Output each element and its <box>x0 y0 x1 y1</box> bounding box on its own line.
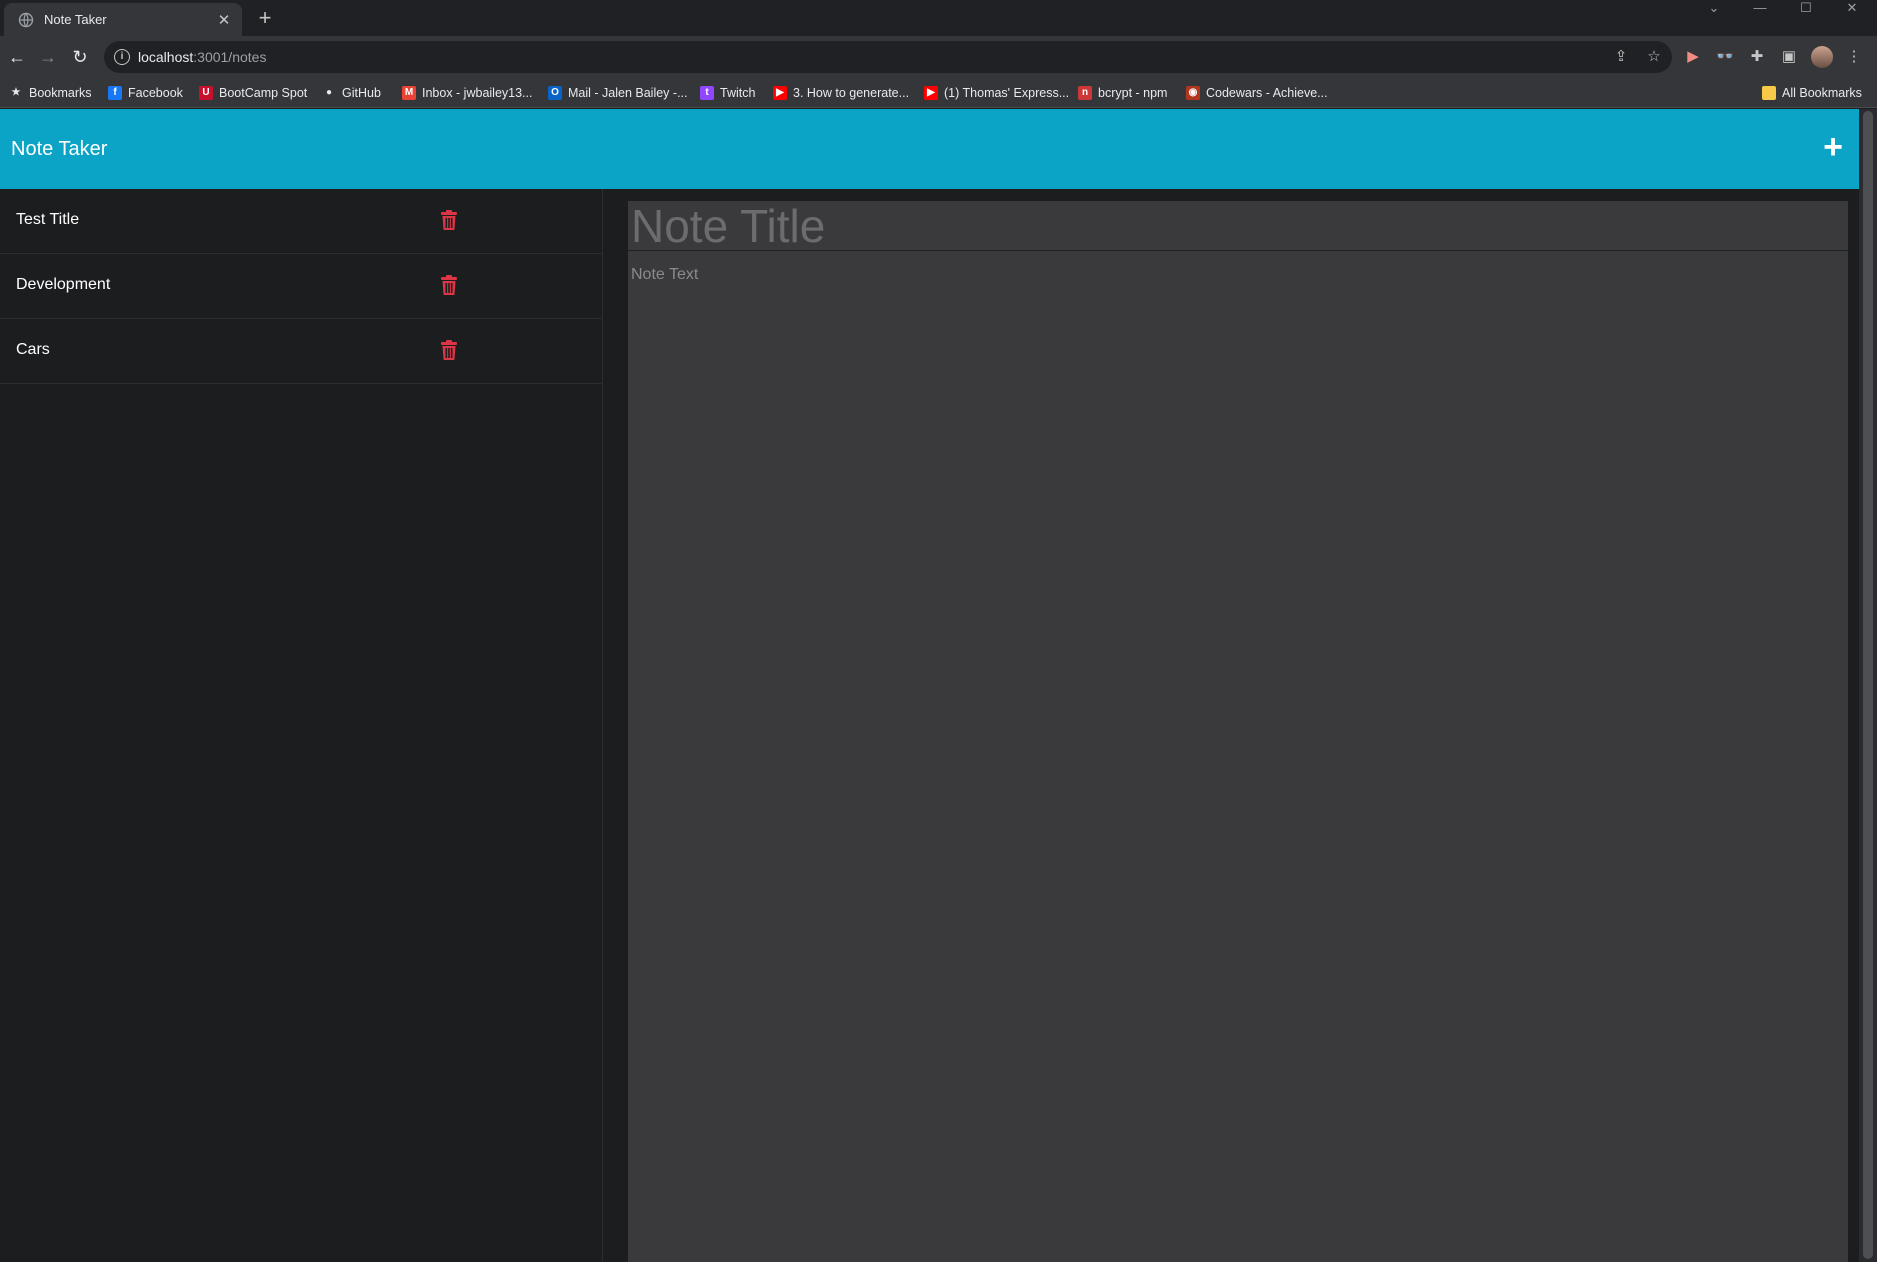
gmail-icon: M <box>402 86 416 100</box>
codewars-icon: ◉ <box>1186 86 1200 100</box>
github-icon: ● <box>325 87 333 98</box>
browser-toolbar: ← → ↻ i localhost:3001/notes ⇪ ☆ ▶ 👓 ✚ ▣… <box>0 36 1877 78</box>
bookmark-item[interactable]: U BootCamp Spot <box>199 83 307 103</box>
browser-window: Note Taker ✕ + ⌄ — ☐ ✕ ← → ↻ i localhost… <box>0 0 1877 1262</box>
bookmark-item[interactable]: ★ Bookmarks <box>9 83 92 103</box>
maximize-icon[interactable]: ☐ <box>1783 0 1829 16</box>
share-icon[interactable]: ⇪ <box>1610 46 1632 68</box>
bookmark-label: Codewars - Achieve... <box>1206 86 1328 100</box>
note-text-input[interactable] <box>628 252 1848 1262</box>
tab-title: Note Taker <box>44 12 107 27</box>
profile-avatar[interactable] <box>1811 46 1833 68</box>
npm-icon: n <box>1078 86 1092 100</box>
note-item-title[interactable]: Development <box>16 276 110 294</box>
delete-note-trash-icon[interactable] <box>441 275 457 295</box>
bookmark-label: BootCamp Spot <box>219 86 308 100</box>
site-info-icon[interactable]: i <box>114 49 130 65</box>
bookmark-item[interactable]: M Inbox - jwbailey13... <box>402 83 532 103</box>
facebook-icon: f <box>108 86 122 100</box>
tab-search-icon[interactable]: ⌄ <box>1691 0 1737 16</box>
tab-note-taker[interactable]: Note Taker ✕ <box>4 3 242 36</box>
minimize-icon[interactable]: — <box>1737 0 1783 16</box>
extensions-puzzle-icon[interactable]: ✚ <box>1744 44 1770 70</box>
bookmark-item[interactable]: ▶ 3. How to generate... <box>773 83 909 103</box>
bookmark-label: Mail - Jalen Bailey -... <box>568 86 688 100</box>
twitch-icon: t <box>700 86 714 100</box>
tab-strip: Note Taker ✕ + ⌄ — ☐ ✕ <box>0 0 1877 36</box>
menu-kebab-icon[interactable]: ⋮ <box>1841 44 1867 70</box>
star-icon: ★ <box>11 87 21 98</box>
app-navbar: Note Taker + <box>0 109 1859 189</box>
bookmark-label: (1) Thomas' Express... <box>944 86 1070 100</box>
reload-icon[interactable]: ↻ <box>67 44 93 70</box>
bookmark-item[interactable]: ◉ Codewars - Achieve... <box>1186 83 1328 103</box>
app-brand[interactable]: Note Taker <box>11 138 107 161</box>
bookmark-item[interactable]: ● GitHub <box>322 83 381 103</box>
folder-icon <box>1762 86 1776 100</box>
bookmark-label: Facebook <box>128 86 183 100</box>
bookmark-star-icon[interactable]: ☆ <box>1643 46 1665 68</box>
scrollbar-thumb[interactable] <box>1863 111 1873 1259</box>
bookmark-item[interactable]: f Facebook <box>108 83 183 103</box>
youtube-icon: ▶ <box>773 86 787 100</box>
close-tab-icon[interactable]: ✕ <box>216 11 232 29</box>
note-item-title[interactable]: Test Title <box>16 211 79 229</box>
bootcamp-icon: U <box>199 86 213 100</box>
bookmark-label: bcrypt - npm <box>1098 86 1168 100</box>
bookmark-item[interactable]: n bcrypt - npm <box>1078 83 1167 103</box>
bookmark-label: Bookmarks <box>29 86 92 100</box>
bookmark-item[interactable]: O Mail - Jalen Bailey -... <box>548 83 687 103</box>
add-note-button[interactable]: + <box>1818 130 1848 164</box>
bookmark-label: Inbox - jwbailey13... <box>422 86 533 100</box>
note-item-title[interactable]: Cars <box>16 341 50 359</box>
note-list-item[interactable]: Test Title <box>0 189 602 254</box>
extension-record-icon[interactable]: ▶ <box>1680 44 1706 70</box>
note-title-input[interactable] <box>628 201 1848 251</box>
delete-note-trash-icon[interactable] <box>441 340 457 360</box>
globe-icon <box>18 12 34 28</box>
new-tab-icon[interactable]: + <box>254 5 276 31</box>
note-list-item[interactable]: Development <box>0 254 602 319</box>
back-icon[interactable]: ← <box>4 44 30 70</box>
note-list-item[interactable]: Cars <box>0 319 602 384</box>
bookmark-label: GitHub <box>342 86 381 100</box>
youtube-icon: ▶ <box>924 86 938 100</box>
outlook-icon: O <box>548 86 562 100</box>
close-window-icon[interactable]: ✕ <box>1829 0 1875 16</box>
bookmarks-bar: ★ Bookmarks f Facebook U BootCamp Spot ● GitHub… <box>0 78 1877 108</box>
notes-list: Test Title Development Cars <box>0 189 603 1262</box>
delete-note-trash-icon[interactable] <box>441 210 457 230</box>
bookmark-label: Twitch <box>720 86 756 100</box>
bookmark-item[interactable]: t Twitch <box>700 83 755 103</box>
all-bookmarks-button[interactable]: All Bookmarks <box>1762 83 1862 103</box>
bookmark-item[interactable]: ▶ (1) Thomas' Express... <box>924 83 1069 103</box>
extension-glasses-icon[interactable]: 👓 <box>1712 44 1738 70</box>
bookmark-label: 3. How to generate... <box>793 86 910 100</box>
note-editor <box>628 201 1848 1262</box>
page-content: Note Taker + Test Title Development Cars <box>0 109 1859 1262</box>
address-bar[interactable]: i localhost:3001/notes ⇪ ☆ <box>104 41 1672 73</box>
forward-icon[interactable]: → <box>35 44 61 70</box>
page-scrollbar[interactable] <box>1859 109 1877 1262</box>
all-bookmarks-label: All Bookmarks <box>1782 86 1862 100</box>
side-panel-icon[interactable]: ▣ <box>1776 44 1802 70</box>
address-url[interactable]: localhost:3001/notes <box>138 49 266 65</box>
